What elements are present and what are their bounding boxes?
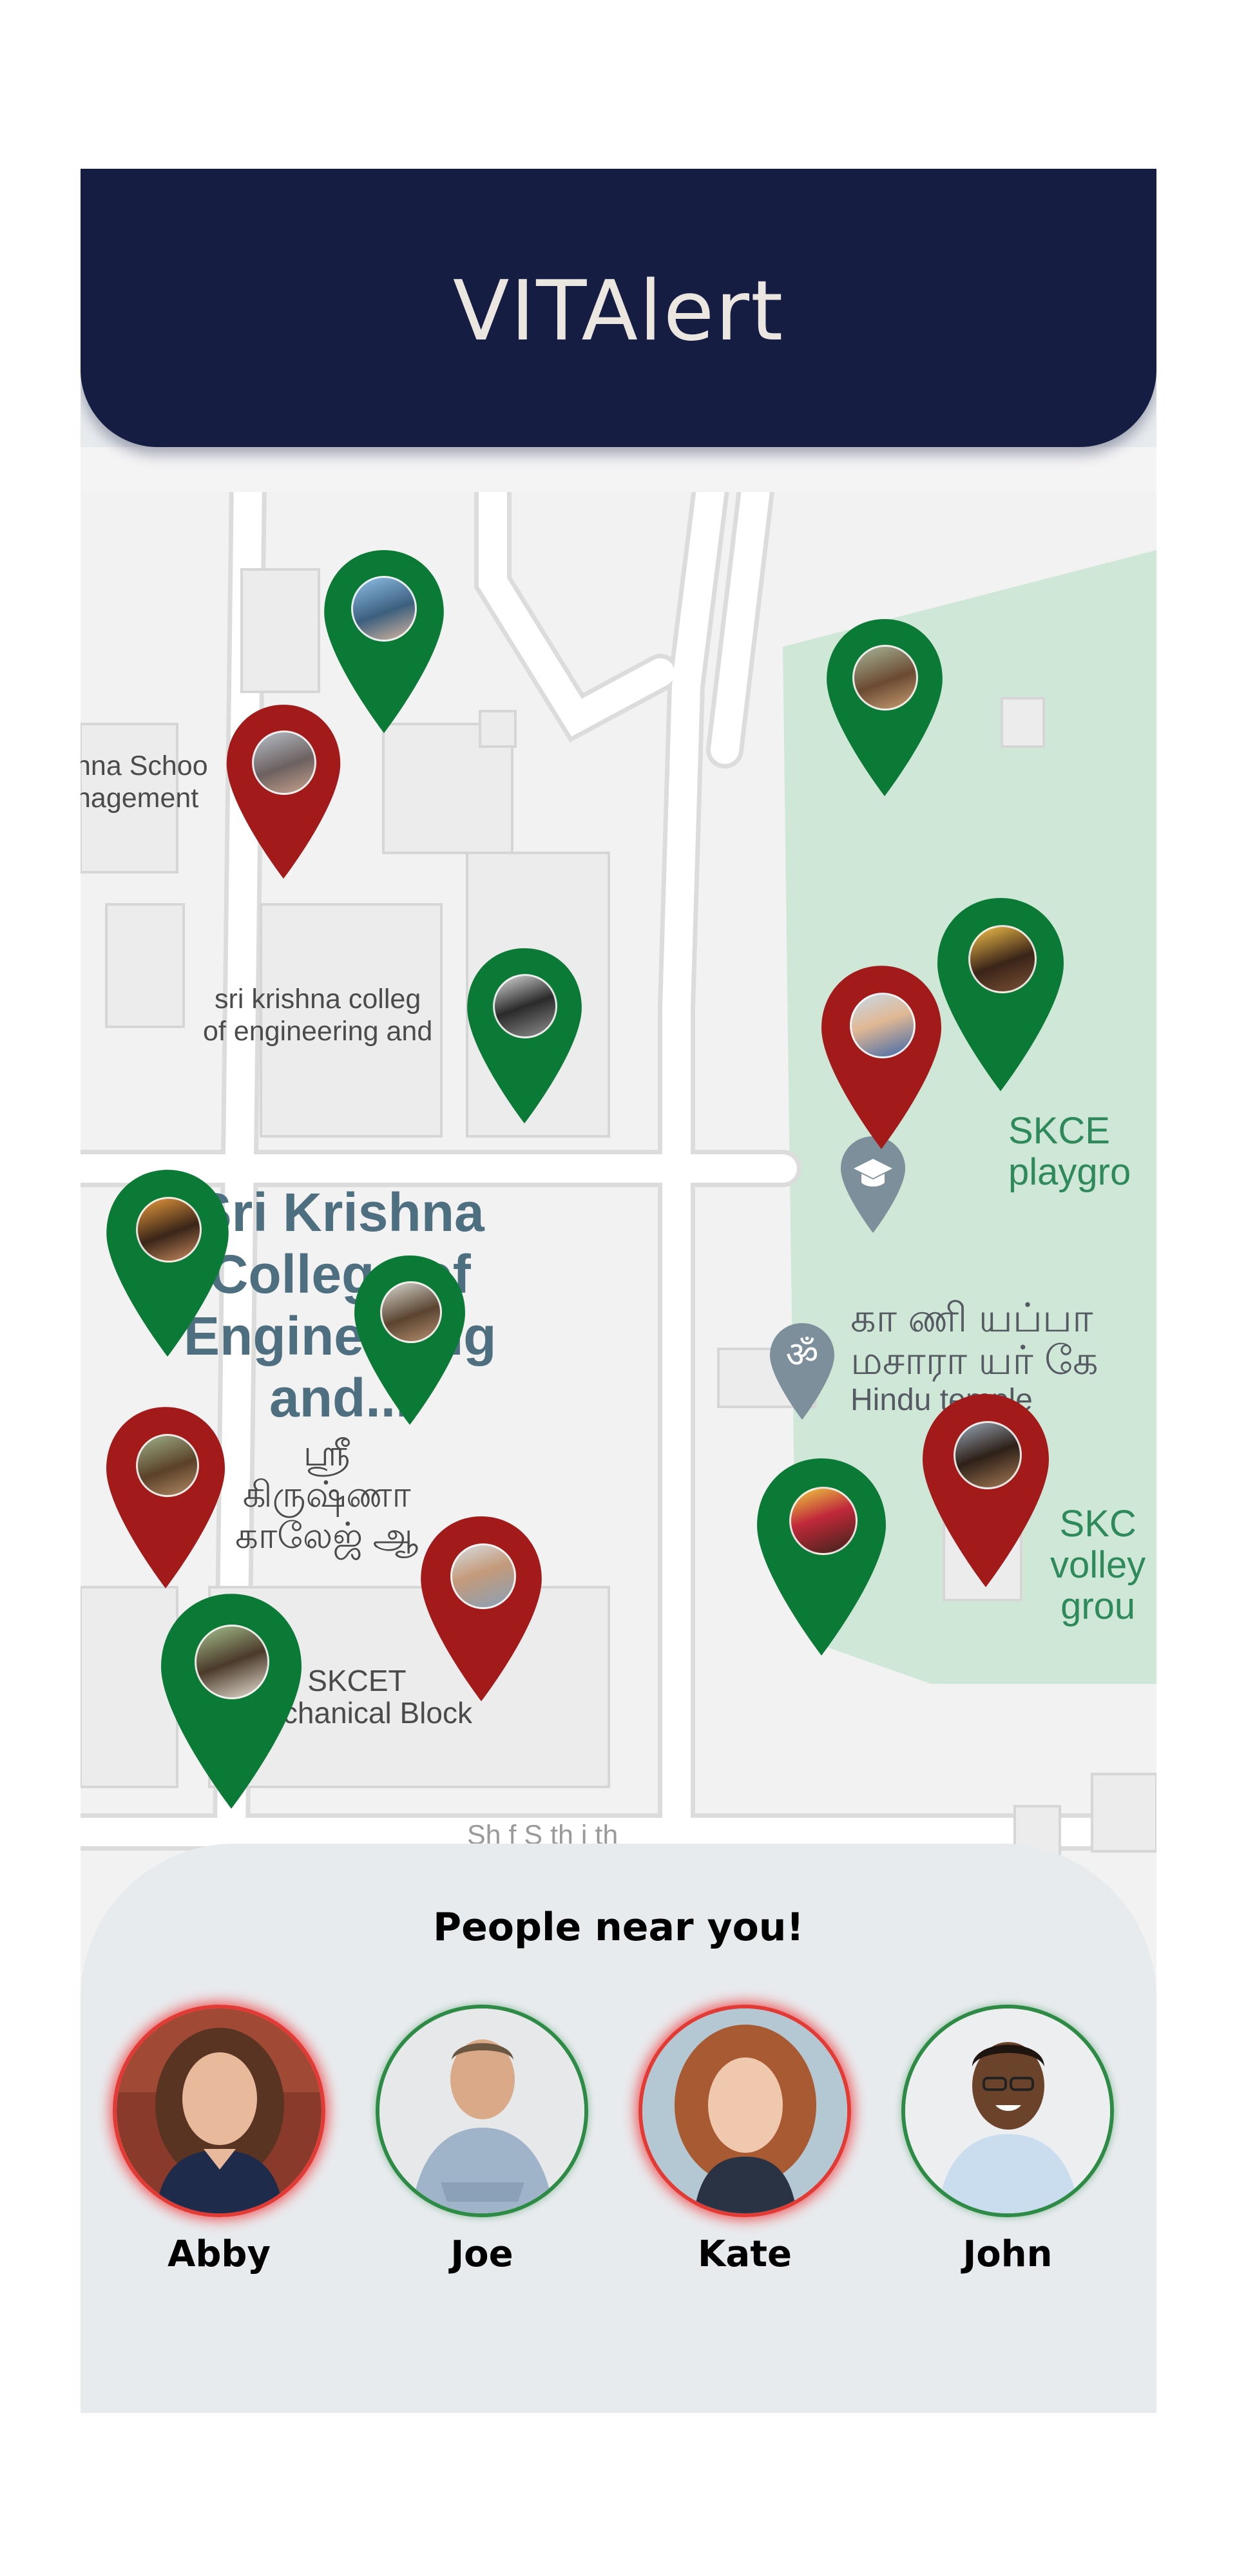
pin-avatar [968,925,1037,993]
map-pin[interactable] [354,1255,465,1427]
people-near-you-panel: People near you! Abby Joe Kate John [81,1844,1156,2413]
pin-avatar [493,974,557,1038]
pin-avatar [252,730,316,795]
header-spacer [81,447,1156,492]
person-card-john[interactable]: John [901,2005,1114,2275]
map-pin[interactable] [923,1394,1049,1590]
pin-avatar [136,1197,202,1263]
map-label-tamil: ஸ்ரீ கிருஷ்ணா காலேஜ் ஆ [235,1433,419,1556]
person-photo [905,2008,1110,2213]
map-pin[interactable] [161,1594,302,1811]
map-pin[interactable] [106,1407,225,1591]
map-label-volleyball: SKC volley grou [1050,1503,1146,1627]
person-name: John [963,2233,1053,2275]
person-card-abby[interactable]: Abby [113,2005,325,2275]
map-label-college-small: sri krishna colleg of engineering and [203,984,433,1047]
pin-avatar [136,1434,199,1497]
pin-avatar [195,1625,269,1699]
person-card-joe[interactable]: Joe [376,2005,588,2275]
avatar[interactable] [376,2005,588,2217]
person-photo [642,2008,847,2213]
pin-avatar [380,1281,442,1343]
avatar[interactable] [638,2005,851,2217]
app-title: VITAlert [452,263,785,359]
map-pin[interactable] [226,705,341,881]
map-pin[interactable] [421,1516,542,1704]
map-label-playground: SKCE playgro [1008,1110,1131,1193]
map-pin[interactable] [106,1170,229,1359]
pin-avatar [351,576,417,642]
person-name: Abby [167,2233,271,2275]
map-pin[interactable] [324,550,444,736]
app-screen: VITAlert hna Schoo nagement sri krishna … [81,169,1156,2413]
map-view[interactable]: hna Schoo nagement sri krishna colleg of… [81,492,1156,2038]
pin-avatar [954,1421,1022,1489]
map-pin[interactable] [937,898,1064,1094]
pin-avatar [450,1543,516,1609]
person-photo [117,2008,321,2213]
pin-avatar [852,645,918,711]
app-header: VITAlert [81,169,1156,447]
map-pin[interactable] [757,1458,886,1658]
pin-avatar [850,993,916,1058]
hindu-temple-icon[interactable]: ॐ [770,1323,834,1420]
person-name: Kate [698,2233,792,2275]
pin-avatar [789,1487,858,1555]
panel-title: People near you! [433,1905,804,1950]
avatar[interactable] [113,2005,325,2217]
map-pin[interactable] [467,948,582,1126]
person-name: Joe [450,2233,513,2275]
svg-text:ॐ: ॐ [785,1334,818,1376]
map-pin[interactable] [827,619,943,799]
avatar[interactable] [901,2005,1114,2217]
person-card-kate[interactable]: Kate [638,2005,851,2275]
map-label-school: hna Schoo nagement [81,750,208,814]
person-photo [379,2008,584,2213]
map-pin[interactable] [821,966,941,1152]
page: VITAlert hna Schoo nagement sri krishna … [0,0,1237,2576]
